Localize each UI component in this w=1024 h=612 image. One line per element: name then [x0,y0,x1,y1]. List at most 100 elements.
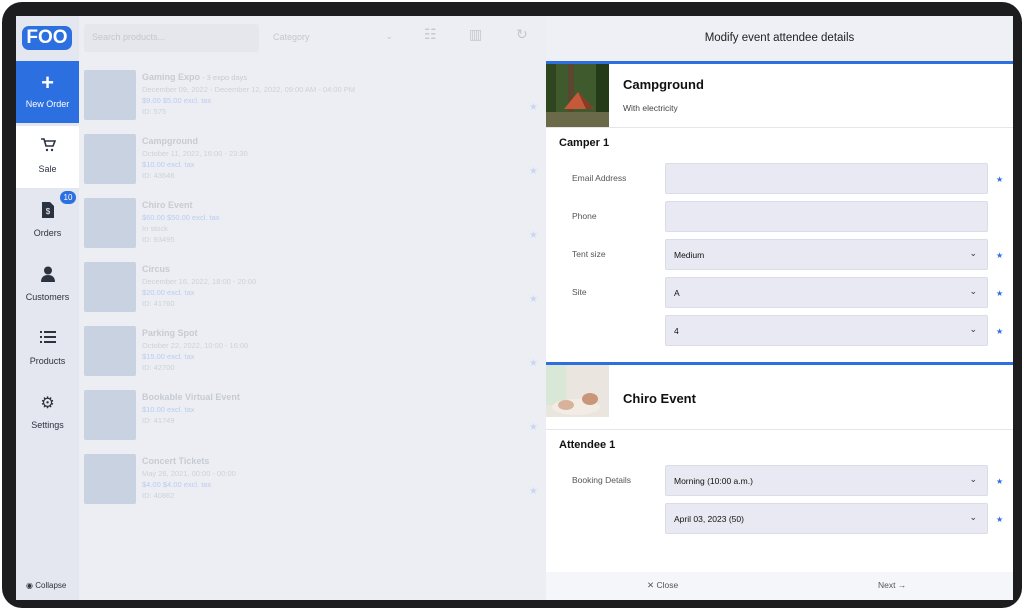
product-item[interactable]: Chiro Event $60.00 $50.00 excl. tax In s… [84,196,544,258]
required-icon: ★ [996,477,1004,486]
sidebar-item-label: Customers [25,292,70,302]
tent-size-label: Tent size [572,249,606,259]
product-item[interactable]: Circus December 16, 2022, 18:00 - 20:00 … [84,260,544,322]
sidebar-item-products[interactable]: Products [16,318,79,380]
product-thumbnail [84,326,136,376]
group-title-attendee: Attendee 1 [559,439,616,451]
required-icon: ★ [996,289,1004,298]
filter-sliders-icon[interactable]: ☷ [424,26,437,43]
booking-time-value: Morning (10:00 a.m.) [674,476,753,486]
group-title-camper: Camper 1 [559,137,610,149]
star-icon[interactable]: ★ [529,358,538,369]
booking-details-label: Booking Details [572,475,632,485]
modal-footer: ✕ Close Next → [546,572,1013,600]
section-subtitle: With electricity [623,103,678,113]
section-accent-bar [546,61,1013,64]
site-number-select[interactable]: 4 ⌄ [665,315,988,346]
tent-size-select[interactable]: Medium ⌄ [665,239,988,270]
product-price: $20.00 excl. tax [142,288,195,297]
product-name: Concert Tickets [142,456,210,466]
refresh-icon[interactable]: ↻ [516,26,528,43]
product-item[interactable]: Parking Spot October 22, 2022, 10:00 - 1… [84,324,544,386]
product-name: Chiro Event [142,200,193,210]
booking-date-select[interactable]: April 03, 2023 (50) ⌄ [665,503,988,534]
product-thumbnail [84,134,136,184]
star-icon[interactable]: ★ [529,294,538,305]
booking-date-value: April 03, 2023 (50) [674,514,744,524]
product-id: ID: 43646 [142,171,175,180]
orders-count-badge: 10 [60,191,76,204]
product-price: $4.00 $4.00 excl. tax [142,480,212,489]
star-icon[interactable]: ★ [529,102,538,113]
sidebar-item-sale[interactable]: Sale [16,126,79,188]
star-icon[interactable]: ★ [529,230,538,241]
site-select[interactable]: A ⌄ [665,277,988,308]
phone-field[interactable] [665,201,988,232]
tent-size-value: Medium [674,250,705,260]
user-icon [16,266,79,286]
collapse-label: Collapse [35,581,67,590]
svg-text:$: $ [45,207,50,216]
sidebar-item-label: Products [29,356,66,366]
collapse-button[interactable]: ◉ Collapse [26,581,66,590]
category-select[interactable]: Category ⌄ [269,24,399,52]
site-label: Site [572,287,587,297]
required-icon: ★ [996,327,1004,336]
product-date: December 09, 2022 - December 12, 2022, 0… [142,85,356,94]
product-item[interactable]: Campground October 11, 2022, 16:00 - 23:… [84,132,544,194]
barcode-icon[interactable]: ▥ [469,26,482,43]
app-screen: FOO + New Order Sale $ Orders 10 Custome… [16,16,1013,600]
new-order-button[interactable]: + New Order [16,61,79,123]
required-icon: ★ [996,515,1004,524]
attendee-details-modal: Modify event attendee details Campground… [546,16,1013,600]
product-item[interactable]: Concert Tickets May 26, 2021, 00:00 - 00… [84,452,544,514]
product-name: Parking Spot [142,328,198,338]
chiro-event-image [546,365,609,428]
search-input[interactable]: Search products... [84,24,259,52]
required-icon: ★ [996,251,1004,260]
email-label: Email Address [572,173,627,183]
product-thumbnail [84,390,136,440]
chevron-down-icon: ⌄ [969,248,977,258]
star-icon[interactable]: ★ [529,166,538,177]
product-id: ID: 41749 [142,416,175,425]
sidebar-item-label: Settings [31,420,64,430]
booking-time-select[interactable]: Morning (10:00 a.m.) ⌄ [665,465,988,496]
product-id: ID: 575 [142,107,167,116]
product-date: May 26, 2021, 00:00 - 00:00 [142,469,236,478]
product-name: Circus [142,264,171,274]
required-icon: ★ [996,175,1004,184]
product-list-panel: Search products... Category ⌄ ☷ ▥ ↻ Gami… [79,16,546,600]
close-button[interactable]: ✕ Close [647,580,678,591]
star-icon[interactable]: ★ [529,422,538,433]
product-thumbnail [84,198,136,248]
product-price: $10.00 excl. tax [142,160,195,169]
product-item[interactable]: Bookable Virtual Event $10.00 excl. tax … [84,388,544,450]
category-label: Category [273,32,310,42]
product-date: October 11, 2022, 16:00 - 23:30 [142,149,248,158]
new-order-label: New Order [25,99,70,109]
product-name: Campground [142,136,198,146]
section-accent-bar [546,362,1013,365]
sidebar-item-settings[interactable]: ⚙ Settings [16,382,79,444]
product-thumbnail [84,70,136,120]
gear-icon: ⚙ [40,395,55,412]
product-name: Bookable Virtual Event [142,392,240,402]
section-title-chiro-event: Chiro Event [623,391,696,406]
site-number-value: 4 [674,326,679,336]
chevron-down-icon: ⌄ [969,286,977,296]
foo-logo: FOO [22,26,72,50]
product-item[interactable]: Gaming Expo - 3 expo days December 09, 2… [84,68,544,130]
collapse-icon: ◉ [26,581,33,590]
product-stock: In stock [142,224,168,233]
star-icon[interactable]: ★ [529,486,538,497]
sidebar-item-customers[interactable]: Customers [16,254,79,316]
product-id: ID: 40862 [142,491,175,500]
sidebar-item-label: Orders [33,228,62,238]
email-field[interactable] [665,163,988,194]
product-price: $60.00 $50.00 excl. tax [142,213,220,222]
product-thumbnail [84,454,136,504]
divider [546,429,1013,430]
next-button[interactable]: Next → [878,580,906,590]
list-icon [16,330,79,350]
